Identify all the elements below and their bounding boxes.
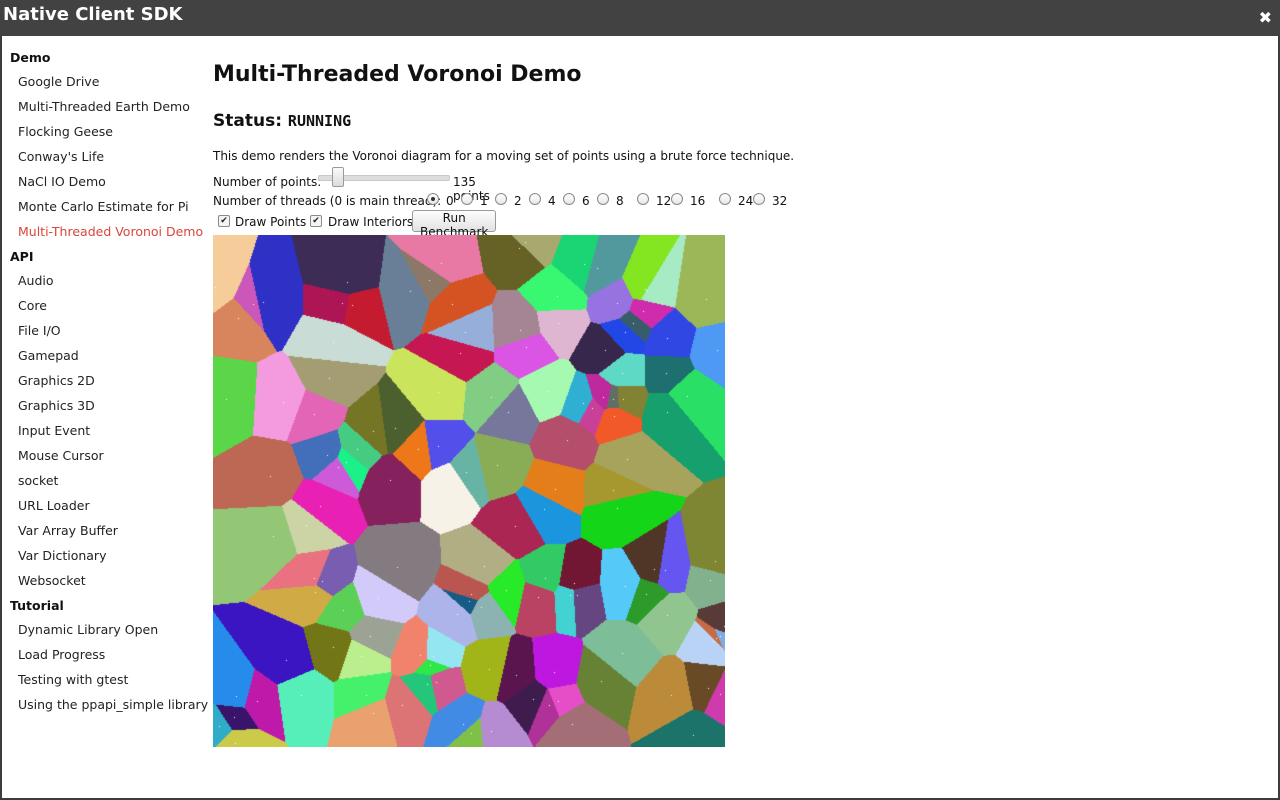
sidebar-section-tutorial: Tutorial <box>10 598 64 613</box>
sidebar-item-load-progress[interactable]: Load Progress <box>18 647 105 662</box>
sidebar-item-multi-threaded-voronoi-demo[interactable]: Multi-Threaded Voronoi Demo <box>18 224 203 239</box>
sidebar-item-url-loader[interactable]: URL Loader <box>18 498 90 513</box>
thread-radio-label: 6 <box>582 194 590 208</box>
thread-radio-16[interactable] <box>671 193 683 205</box>
thread-radio-12[interactable] <box>637 193 649 205</box>
sidebar-item-flocking-geese[interactable]: Flocking Geese <box>18 124 113 139</box>
page-title: Multi-Threaded Voronoi Demo <box>213 62 582 87</box>
thread-radio-label: 1 <box>480 194 488 208</box>
status-label: Status: <box>213 111 282 131</box>
sidebar-item-var-dictionary[interactable]: Var Dictionary <box>18 548 106 563</box>
thread-radio-24[interactable] <box>719 193 731 205</box>
thread-radio-6[interactable] <box>563 193 575 205</box>
sidebar-item-monte-carlo-estimate-for-pi[interactable]: Monte Carlo Estimate for Pi <box>18 199 189 214</box>
points-label: Number of points: <box>213 175 322 189</box>
sidebar-item-socket[interactable]: socket <box>18 473 58 488</box>
draw-interiors-label: Draw Interiors <box>328 215 414 229</box>
title-bar: Native Client SDK ✖ <box>0 0 1280 36</box>
sidebar-nav: Demo Google Drive Multi-Threaded Earth Dem… <box>2 36 208 798</box>
draw-points-checkbox[interactable]: ✔ <box>218 215 230 227</box>
thread-radio-label: 16 <box>690 194 706 208</box>
sidebar-item-graphics-2d[interactable]: Graphics 2D <box>18 373 95 388</box>
draw-points-label: Draw Points <box>235 215 307 229</box>
thread-radio-2[interactable] <box>495 193 507 205</box>
points-slider-thumb[interactable] <box>332 167 345 187</box>
thread-radio-8[interactable] <box>597 193 609 205</box>
close-icon[interactable]: ✖ <box>1259 8 1272 27</box>
thread-radio-4[interactable] <box>529 193 541 205</box>
thread-radio-label: 2 <box>514 194 522 208</box>
sidebar-item-core[interactable]: Core <box>18 298 47 313</box>
sidebar-item-google-drive[interactable]: Google Drive <box>18 74 99 89</box>
thread-radio-label: 12 <box>656 194 672 208</box>
sidebar-item-nacl-io-demo[interactable]: NaCl IO Demo <box>18 174 106 189</box>
app-content: Demo Google Drive Multi-Threaded Earth Dem… <box>2 36 1278 798</box>
sidebar-item-dynamic-library-open[interactable]: Dynamic Library Open <box>18 622 158 637</box>
sidebar-item-mouse-cursor[interactable]: Mouse Cursor <box>18 448 104 463</box>
sidebar-item-var-array-buffer[interactable]: Var Array Buffer <box>18 523 118 538</box>
sidebar-item-gamepad[interactable]: Gamepad <box>18 348 79 363</box>
thread-radio-32[interactable] <box>753 193 765 205</box>
thread-radio-label: 8 <box>616 194 624 208</box>
sidebar-item-websocket[interactable]: Websocket <box>18 573 86 588</box>
sidebar-item-input-event[interactable]: Input Event <box>18 423 90 438</box>
thread-radio-1[interactable] <box>461 193 473 205</box>
sidebar-item-audio[interactable]: Audio <box>18 273 54 288</box>
thread-radio-label: 4 <box>548 194 556 208</box>
threads-label: Number of threads (0 is main thread): <box>213 194 442 208</box>
thread-radio-label: 32 <box>772 194 788 208</box>
voronoi-canvas[interactable] <box>213 235 725 747</box>
description: This demo renders the Voronoi diagram fo… <box>213 149 795 163</box>
sidebar-item-conway-s-life[interactable]: Conway's Life <box>18 149 104 164</box>
thread-radio-label: 0 <box>446 194 454 208</box>
thread-radio-0[interactable] <box>427 193 439 205</box>
sidebar-item-multi-threaded-earth-demo[interactable]: Multi-Threaded Earth Demo <box>18 99 190 114</box>
sidebar-item-graphics-3d[interactable]: Graphics 3D <box>18 398 95 413</box>
run-benchmark-button[interactable]: Run Benchmark <box>412 210 497 239</box>
window-title: Native Client SDK <box>3 4 183 25</box>
draw-interiors-checkbox[interactable]: ✔ <box>310 215 322 227</box>
sidebar-section-api: API <box>10 249 34 264</box>
sidebar-item-testing-with-gtest[interactable]: Testing with gtest <box>18 672 128 687</box>
sidebar-item-file-i-o[interactable]: File I/O <box>18 323 61 338</box>
sidebar-item-using-the-ppapi-simple-library[interactable]: Using the ppapi_simple library <box>18 697 208 712</box>
status-value: RUNNING <box>287 112 352 130</box>
sidebar-section-demo: Demo <box>10 50 51 65</box>
status-line: Status: RUNNING <box>213 111 351 131</box>
thread-radio-label: 24 <box>738 194 754 208</box>
